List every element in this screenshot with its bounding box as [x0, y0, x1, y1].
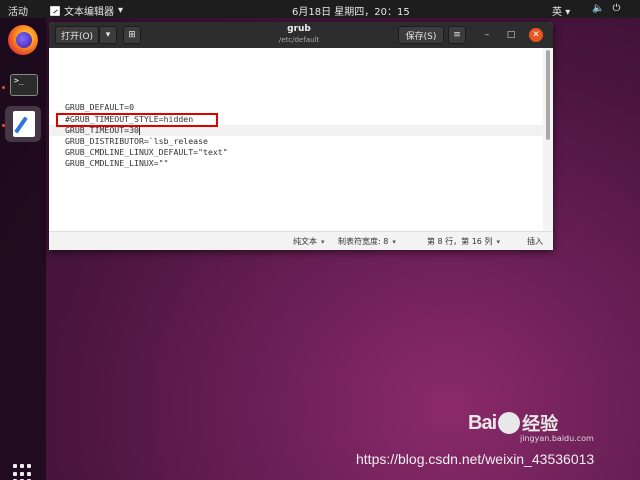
chevron-down-icon: ▾: [392, 237, 396, 246]
text-editor-icon: [50, 5, 60, 16]
dock-item-terminal[interactable]: >_: [5, 68, 41, 104]
annotation-highlight-box: [56, 113, 218, 127]
new-tab-icon: ⊞: [128, 30, 136, 40]
maximize-icon: □: [506, 30, 516, 40]
system-tray[interactable]: 🔈 ⏻: [592, 3, 620, 14]
cursor-position-label: 第 8 行，第 16 列: [427, 237, 493, 246]
baidu-watermark: Bai 经验: [468, 410, 558, 436]
input-method-label: 英: [552, 7, 562, 18]
text-cursor: [138, 126, 140, 135]
code-line: GRUB_DEFAULT=0: [65, 102, 135, 112]
activities-button[interactable]: 活动: [8, 3, 28, 18]
open-dropdown-button[interactable]: ▾: [99, 26, 117, 44]
input-method-indicator[interactable]: 英 ▾: [552, 3, 570, 18]
jingyan-url: jingyan.baidu.com: [520, 434, 594, 443]
chevron-down-icon: ▾: [496, 237, 500, 246]
volume-icon: 🔈: [592, 3, 605, 14]
caret-down-icon: ▾: [118, 5, 124, 16]
open-button[interactable]: 打开(O): [55, 26, 99, 44]
status-bar: 纯文本 ▾ 制表符宽度: 8 ▾ 第 8 行，第 16 列 ▾ 插入: [49, 231, 553, 250]
baidu-logo-text: Bai: [468, 411, 497, 434]
tab-width-selector[interactable]: 制表符宽度: 8 ▾: [338, 236, 396, 247]
show-applications-icon[interactable]: [13, 464, 33, 480]
minimize-button[interactable]: –: [480, 28, 494, 42]
power-icon: ⏻: [612, 3, 621, 14]
close-button[interactable]: ✕: [529, 28, 543, 42]
terminal-icon: >_: [10, 74, 38, 96]
hamburger-icon: ≡: [453, 30, 461, 40]
baidu-jingyan-text: 经验: [522, 414, 559, 435]
scrollbar-thumb[interactable]: [546, 50, 550, 140]
language-selector[interactable]: 纯文本 ▾: [293, 236, 325, 247]
cursor-position-selector[interactable]: 第 8 行，第 16 列 ▾: [427, 236, 500, 247]
code-line: GRUB_CMDLINE_LINUX="": [65, 158, 169, 168]
chevron-down-icon: ▾: [105, 30, 111, 40]
code-line: GRUB_DISTRIBUTOR=`lsb_release: [65, 136, 208, 146]
hamburger-menu-button[interactable]: ≡: [448, 26, 466, 44]
dock-item-firefox[interactable]: [5, 22, 41, 58]
code-line: GRUB_CMDLINE_LINUX_DEFAULT="text": [65, 147, 228, 157]
header-bar: 打开(O) ▾ ⊞ grub /etc/default 保存(S) ≡ – □ …: [49, 22, 553, 48]
csdn-watermark: https://blog.csdn.net/weixin_43536013: [356, 451, 595, 467]
text-editor-window: 打开(O) ▾ ⊞ grub /etc/default 保存(S) ≡ – □ …: [49, 22, 553, 250]
minimize-icon: –: [484, 30, 490, 40]
window-title: grub: [287, 24, 311, 34]
chevron-down-icon: ▾: [321, 237, 325, 246]
language-label: 纯文本: [293, 237, 317, 246]
window-subtitle: /etc/default: [278, 36, 320, 44]
app-menu[interactable]: 文本编辑器 ▾: [50, 3, 123, 18]
clock[interactable]: 6月18日 星期四，20：15: [292, 3, 410, 18]
dock-item-text-editor[interactable]: [5, 106, 41, 142]
top-bar: 活动 文本编辑器 ▾ 6月18日 星期四，20：15 英 ▾ 🔈 ⏻: [0, 0, 640, 18]
close-icon: ✕: [532, 30, 540, 40]
insert-mode-indicator[interactable]: 插入: [527, 236, 543, 247]
app-menu-label: 文本编辑器: [64, 7, 114, 18]
vertical-scrollbar[interactable]: [543, 48, 553, 231]
dock: >_: [0, 18, 46, 480]
firefox-globe: [16, 32, 32, 48]
text-area[interactable]: GRUB_DEFAULT=0 #GRUB_TIMEOUT_STYLE=hidde…: [49, 48, 543, 231]
baidu-paw-icon: [498, 412, 521, 434]
new-tab-button[interactable]: ⊞: [123, 26, 141, 44]
save-button[interactable]: 保存(S): [398, 26, 444, 44]
caret-down-icon: ▾: [565, 7, 571, 18]
maximize-button[interactable]: □: [504, 28, 518, 42]
tab-width-label: 制表符宽度: 8: [338, 237, 389, 246]
